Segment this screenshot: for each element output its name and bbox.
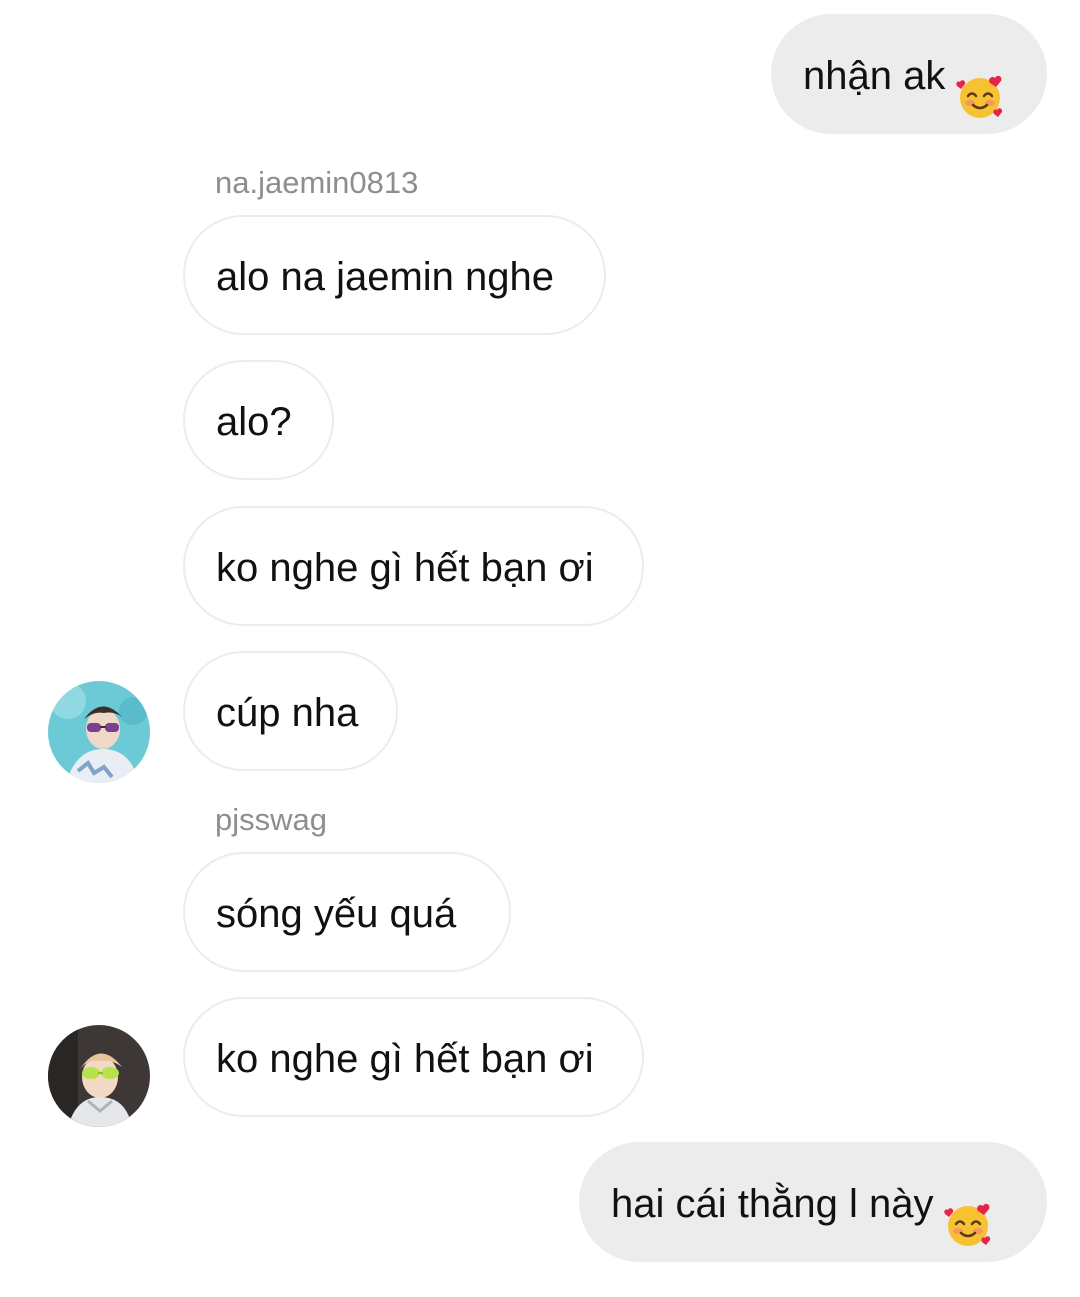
message-text: hai cái thằng l này [611, 1182, 934, 1226]
outgoing-message-bubble[interactable]: nhận ak [771, 14, 1047, 134]
sender-name: pjsswag [215, 802, 327, 837]
smiling-face-with-hearts-icon [943, 1177, 993, 1247]
incoming-message-bubble[interactable]: ko nghe gì hết bạn ơi [183, 997, 644, 1117]
avatar-pjsswag[interactable] [48, 1025, 150, 1127]
avatar-na-jaemin0813[interactable] [48, 681, 150, 783]
incoming-message-bubble[interactable]: alo na jaemin nghe [183, 215, 606, 335]
message-text: ko nghe gì hết bạn ơi [216, 546, 594, 590]
chat-thread: nhận ak na.jaemin0813 alo na jaemin nghe… [0, 0, 1080, 1283]
sender-name: na.jaemin0813 [215, 165, 419, 200]
message-text: alo? [216, 400, 292, 444]
message-text: alo na jaemin nghe [216, 255, 555, 299]
outgoing-message-bubble[interactable]: hai cái thằng l này [579, 1142, 1047, 1262]
smiling-face-with-hearts-icon [955, 49, 1005, 119]
incoming-message-bubble[interactable]: ko nghe gì hết bạn ơi [183, 506, 644, 626]
message-text: cúp nha [216, 691, 359, 735]
incoming-message-bubble[interactable]: cúp nha [183, 651, 398, 771]
incoming-message-bubble[interactable]: sóng yếu quá [183, 852, 511, 972]
message-text: nhận ak [803, 54, 946, 98]
message-text: ko nghe gì hết bạn ơi [216, 1037, 594, 1081]
message-text: sóng yếu quá [216, 892, 457, 936]
incoming-message-bubble[interactable]: alo? [183, 360, 334, 480]
